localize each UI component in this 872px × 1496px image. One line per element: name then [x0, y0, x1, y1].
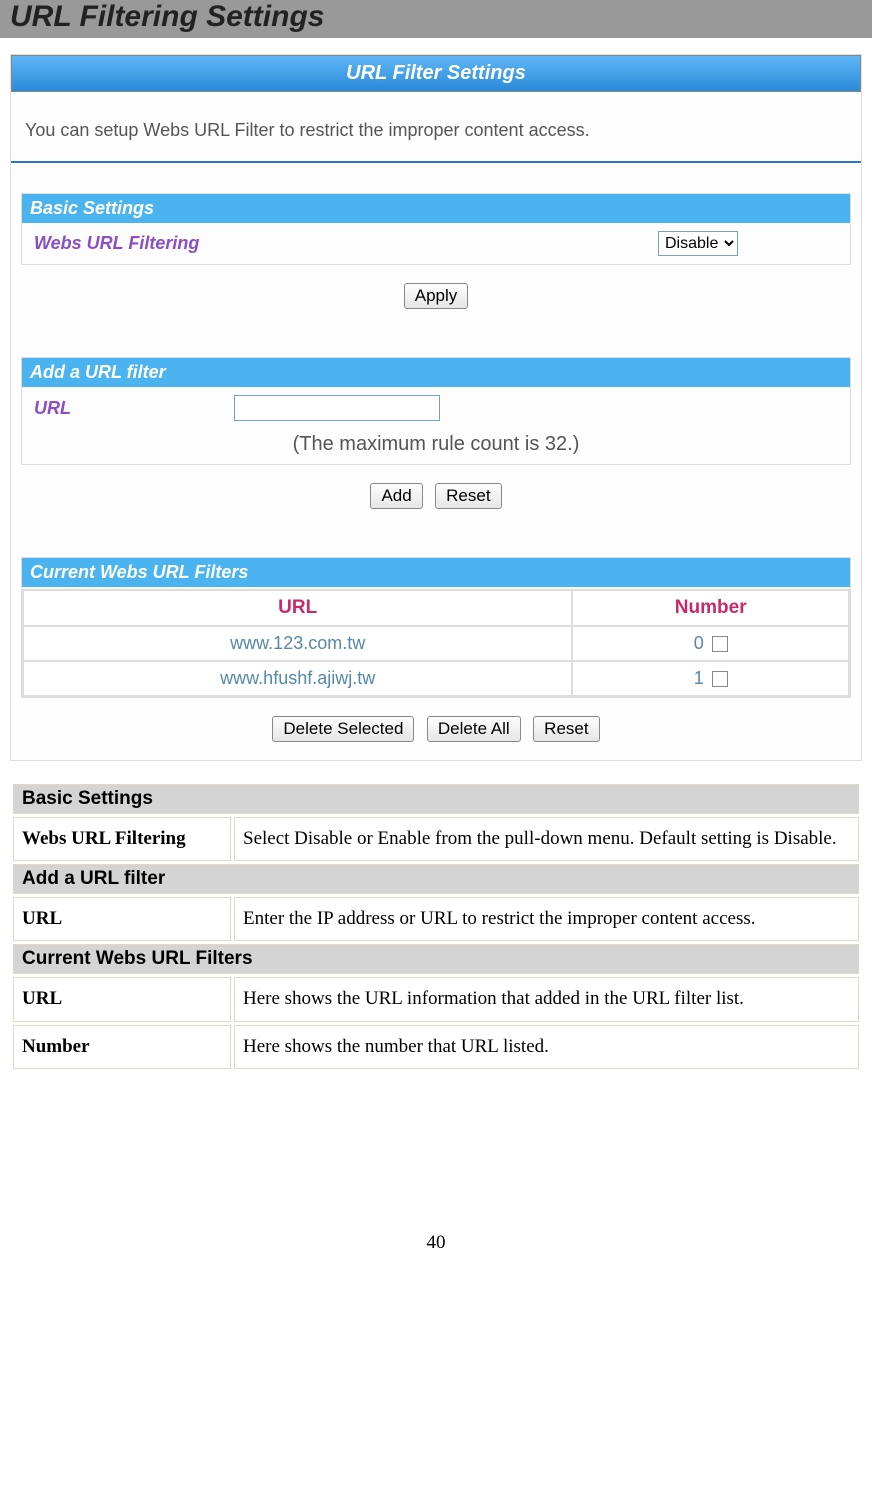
apply-row: Apply — [11, 265, 861, 327]
desc-r3-key: URL — [13, 977, 231, 1021]
filter-number: 1 — [694, 668, 704, 688]
add-url-filter-section: Add a URL filter URL (The maximum rule c… — [21, 357, 851, 465]
page-number: 40 — [0, 1232, 872, 1274]
filter-table-header-row: URL Number — [24, 591, 848, 625]
reset-filters-button[interactable]: Reset — [533, 716, 599, 742]
row-checkbox[interactable] — [712, 671, 728, 687]
add-button[interactable]: Add — [370, 483, 422, 509]
filter-table: URL Number www.123.com.tw 0 www.hfushf.a… — [22, 589, 850, 697]
webs-url-filtering-row: Webs URL Filtering Disable — [22, 223, 850, 264]
webs-url-filtering-label: Webs URL Filtering — [34, 233, 234, 254]
apply-button[interactable]: Apply — [404, 283, 469, 309]
filter-url-cell: www.123.com.tw — [24, 627, 571, 660]
intro-text: You can setup Webs URL Filter to restric… — [11, 92, 861, 163]
description-table: Basic Settings Webs URL Filtering Select… — [10, 781, 862, 1072]
basic-settings-header: Basic Settings — [22, 194, 850, 223]
desc-r2-key: URL — [13, 897, 231, 941]
desc-r4-key: Number — [13, 1025, 231, 1069]
desc-sec2: Add a URL filter — [13, 864, 859, 894]
url-input-row: URL — [22, 387, 850, 429]
url-input[interactable] — [234, 395, 440, 421]
filter-number-cell: 0 — [573, 627, 848, 660]
page-title: URL Filtering Settings — [10, 0, 324, 33]
filter-url-cell: www.hfushf.ajiwj.tw — [24, 662, 571, 695]
filter-number: 0 — [694, 633, 704, 653]
page-title-bar: URL Filtering Settings — [0, 0, 872, 38]
desc-r3-val: Here shows the URL information that adde… — [234, 977, 859, 1021]
panel-title: URL Filter Settings — [11, 55, 861, 92]
webs-url-filtering-value: Disable — [234, 231, 838, 256]
max-rule-hint: (The maximum rule count is 32.) — [22, 429, 850, 464]
desc-r4-val: Here shows the number that URL listed. — [234, 1025, 859, 1069]
row-checkbox[interactable] — [712, 636, 728, 652]
table-row: www.hfushf.ajiwj.tw 1 — [24, 662, 848, 695]
filter-number-cell: 1 — [573, 662, 848, 695]
current-filters-header: Current Webs URL Filters — [22, 558, 850, 587]
col-number: Number — [573, 591, 848, 625]
desc-r1-val: Select Disable or Enable from the pull-d… — [234, 817, 859, 861]
url-label: URL — [34, 398, 94, 419]
basic-settings-section: Basic Settings Webs URL Filtering Disabl… — [21, 193, 851, 265]
add-url-filter-header: Add a URL filter — [22, 358, 850, 387]
delete-selected-button[interactable]: Delete Selected — [272, 716, 414, 742]
desc-sec3: Current Webs URL Filters — [13, 944, 859, 974]
desc-r2-val: Enter the IP address or URL to restrict … — [234, 897, 859, 941]
desc-r1-key: Webs URL Filtering — [13, 817, 231, 861]
screenshot-panel: URL Filter Settings You can setup Webs U… — [10, 54, 862, 761]
desc-sec1: Basic Settings — [13, 784, 859, 814]
webs-url-filtering-select[interactable]: Disable — [658, 231, 738, 256]
delete-row: Delete Selected Delete All Reset — [11, 698, 861, 760]
col-url: URL — [24, 591, 571, 625]
table-row: www.123.com.tw 0 — [24, 627, 848, 660]
reset-button[interactable]: Reset — [435, 483, 501, 509]
add-reset-row: Add Reset — [11, 465, 861, 527]
delete-all-button[interactable]: Delete All — [427, 716, 521, 742]
current-filters-section: Current Webs URL Filters URL Number www.… — [21, 557, 851, 698]
